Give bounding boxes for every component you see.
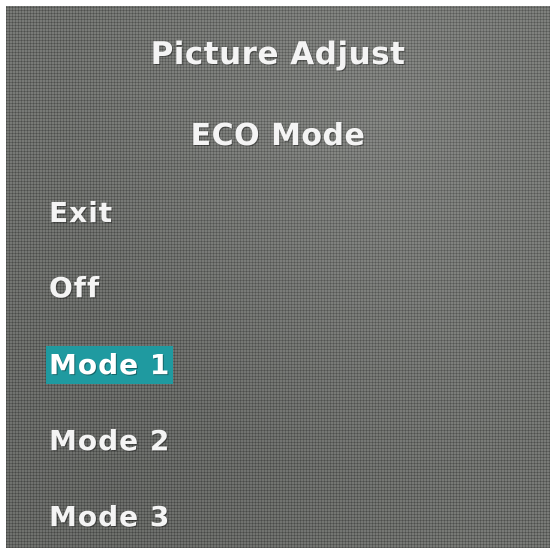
osd-menu-panel: Picture Adjust ECO Mode Exit Off Mode 1 … <box>6 6 550 548</box>
menu-title: Picture Adjust <box>150 36 406 72</box>
menu-item-mode-1[interactable]: Mode 1 <box>46 346 174 384</box>
menu-item-off[interactable]: Off <box>46 269 103 307</box>
menu-subtitle: ECO Mode <box>190 118 366 153</box>
menu-item-mode-2[interactable]: Mode 2 <box>46 422 173 460</box>
menu-item-exit[interactable]: Exit <box>46 194 116 232</box>
menu-item-mode-3[interactable]: Mode 3 <box>46 498 173 536</box>
